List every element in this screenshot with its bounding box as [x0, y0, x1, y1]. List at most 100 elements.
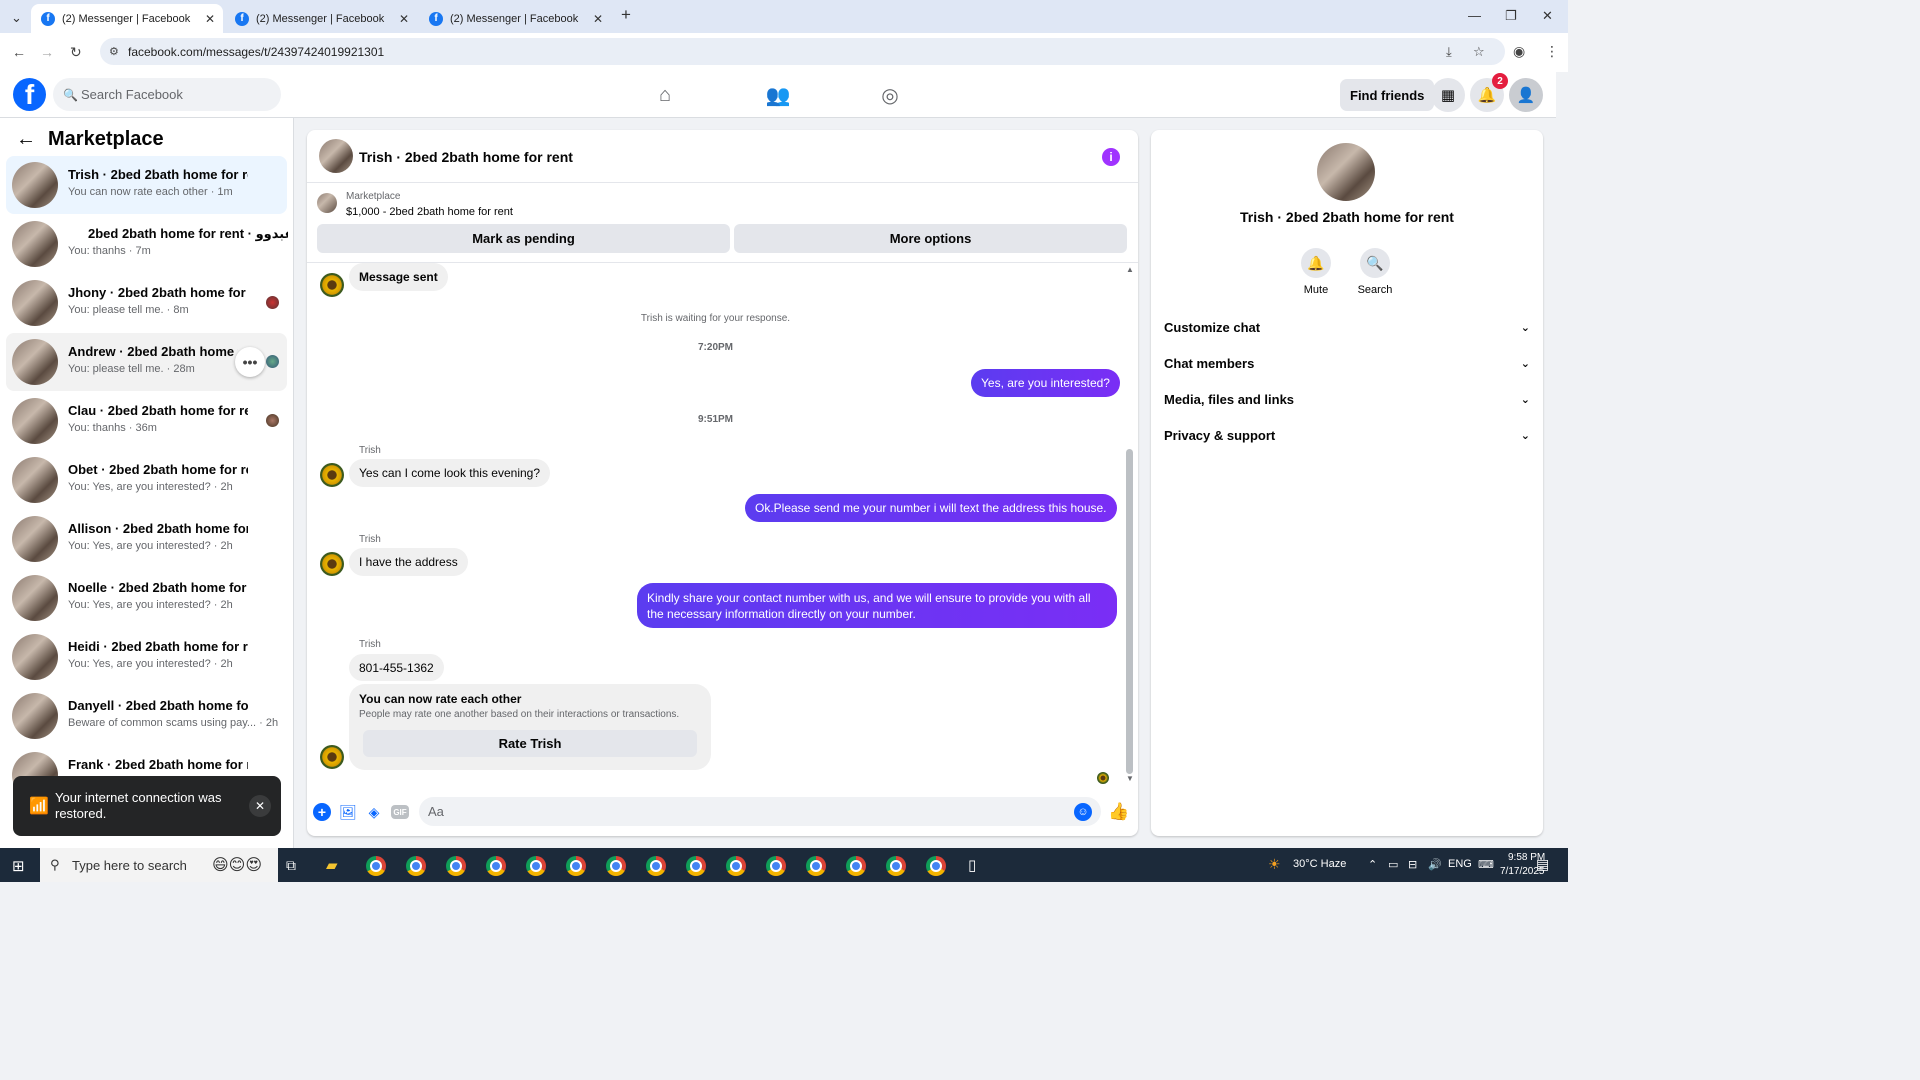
reload-icon[interactable]: ↻: [70, 44, 82, 61]
scrollbar-thumb[interactable]: [1126, 449, 1133, 774]
thumbs-up-icon[interactable]: 👍: [1108, 802, 1129, 821]
chrome-icon[interactable]: [406, 856, 426, 876]
media-files-links-section[interactable]: Media, files and links ⌄: [1164, 384, 1530, 414]
more-options-button[interactable]: More options: [734, 224, 1127, 253]
action-center-icon[interactable]: ▤: [1536, 856, 1549, 873]
message-input[interactable]: Aa ☺: [419, 797, 1101, 826]
scroll-down-icon[interactable]: ▼: [1126, 774, 1134, 783]
language-indicator[interactable]: ENG: [1448, 858, 1472, 870]
site-info-icon[interactable]: ⚙: [109, 45, 119, 58]
conversation-item[interactable]: Jhony · 2bed 2bath home for rent You: pl…: [6, 274, 287, 332]
page-scrollbar[interactable]: [1556, 72, 1568, 848]
search-in-chat-button[interactable]: 🔍 Search: [1345, 248, 1405, 296]
chrome-icon[interactable]: [766, 856, 786, 876]
chrome-icon[interactable]: [926, 856, 946, 876]
listing-title[interactable]: $1,000 - 2bed 2bath home for rent: [346, 206, 513, 218]
file-explorer-icon[interactable]: ▰: [326, 856, 338, 874]
browser-tab-2[interactable]: f (2) Messenger | Facebook ✕: [225, 4, 417, 33]
scroll-up-icon[interactable]: ▲: [1126, 265, 1134, 274]
conversation-item[interactable]: Andrew · 2bed 2bath home for rent You: p…: [6, 333, 287, 391]
account-avatar-icon[interactable]: 👤: [1509, 78, 1543, 112]
mute-button[interactable]: 🔔 Mute: [1286, 248, 1346, 296]
ime-icon[interactable]: ⌨: [1478, 858, 1494, 871]
close-tab-icon[interactable]: ✕: [205, 12, 215, 26]
meet-now-icon[interactable]: ▭: [1388, 858, 1398, 871]
weather-text[interactable]: 30°C Haze: [1293, 858, 1346, 870]
chrome-icon[interactable]: [606, 856, 626, 876]
close-tab-icon[interactable]: ✕: [593, 12, 603, 26]
conversation-item[interactable]: Trish · 2bed 2bath home for rent You can…: [6, 156, 287, 214]
photo-icon[interactable]: 🖼: [339, 803, 357, 821]
facebook-logo-icon[interactable]: f: [13, 78, 46, 111]
show-hidden-icons-icon[interactable]: ⌃: [1368, 858, 1377, 871]
back-arrow-icon[interactable]: ←: [16, 128, 36, 151]
info-icon[interactable]: i: [1102, 148, 1120, 166]
chrome-icon[interactable]: [726, 856, 746, 876]
bookmark-star-icon[interactable]: ☆: [1473, 44, 1485, 60]
sticker-icon[interactable]: ◈: [365, 803, 383, 821]
install-icon[interactable]: ⤓: [1446, 44, 1452, 60]
url-bar[interactable]: ⚙ facebook.com/messages/t/24397424019921…: [100, 38, 1505, 65]
close-window-icon[interactable]: ✕: [1542, 8, 1553, 24]
notepad-icon[interactable]: ▯: [968, 856, 976, 874]
chrome-icon[interactable]: [366, 856, 386, 876]
mark-as-pending-button[interactable]: Mark as pending: [317, 224, 730, 253]
conversation-item[interactable]: Heidi · 2bed 2bath home for rent You: Ye…: [6, 628, 287, 686]
chrome-icon[interactable]: [566, 856, 586, 876]
customize-chat-section[interactable]: Customize chat ⌄: [1164, 312, 1530, 342]
groups-icon[interactable]: ◎: [877, 82, 903, 108]
restore-icon[interactable]: ❐: [1505, 8, 1517, 24]
windows-start-icon[interactable]: ⊞: [12, 857, 25, 875]
volume-icon[interactable]: 🔊: [1428, 858, 1442, 871]
conversation-item[interactable]: Allison · 2bed 2bath home for rent You: …: [6, 510, 287, 568]
avatar[interactable]: [319, 139, 353, 173]
avatar[interactable]: [1317, 143, 1375, 201]
chat-members-section[interactable]: Chat members ⌄: [1164, 348, 1530, 378]
menu-grid-icon[interactable]: ▦: [1431, 78, 1465, 112]
network-icon[interactable]: ⊟: [1408, 858, 1417, 871]
search-icon: ⚲: [50, 857, 60, 872]
conversation-item[interactable]: Danyell · 2bed 2bath home for rent Bewar…: [6, 687, 287, 745]
close-toast-icon[interactable]: ✕: [249, 795, 271, 817]
task-view-icon[interactable]: ⧉: [286, 857, 296, 874]
conversation-item[interactable]: Obet · 2bed 2bath home for rent You: Yes…: [6, 451, 287, 509]
chevron-down-icon: ⌄: [1520, 357, 1530, 370]
find-friends-button[interactable]: Find friends: [1340, 79, 1435, 111]
conversation-item[interactable]: 2bed 2bath home for rent · عبدوو You: th…: [6, 215, 288, 273]
chrome-icon[interactable]: [646, 856, 666, 876]
chrome-icon[interactable]: [886, 856, 906, 876]
chrome-icon[interactable]: [846, 856, 866, 876]
profile-icon[interactable]: ◉: [1513, 43, 1525, 60]
back-icon[interactable]: ←: [12, 44, 26, 60]
chrome-icon[interactable]: [686, 856, 706, 876]
thread-scrollbar[interactable]: ▲ ▼: [1126, 265, 1134, 783]
message-placeholder: Aa: [428, 804, 444, 819]
browser-tab-3[interactable]: f (2) Messenger | Facebook ✕: [419, 4, 611, 33]
weather-icon: ☀: [1268, 856, 1281, 872]
avatar: [12, 398, 58, 444]
privacy-support-section[interactable]: Privacy & support ⌄: [1164, 420, 1530, 450]
add-plus-icon[interactable]: +: [313, 803, 331, 821]
chat-title[interactable]: Trish · 2bed 2bath home for rent: [359, 149, 573, 165]
conversation-item[interactable]: Clau · 2bed 2bath home for rent You: tha…: [6, 392, 287, 450]
browser-menu-icon[interactable]: ⋮: [1545, 43, 1559, 60]
close-tab-icon[interactable]: ✕: [399, 12, 409, 26]
chrome-icon[interactable]: [806, 856, 826, 876]
new-tab-icon[interactable]: +: [621, 5, 631, 25]
chrome-icon[interactable]: [486, 856, 506, 876]
conversation-item[interactable]: Noelle · 2bed 2bath home for rent You: Y…: [6, 569, 287, 627]
home-icon[interactable]: ⌂: [652, 82, 678, 108]
chrome-icon[interactable]: [526, 856, 546, 876]
minimize-icon[interactable]: —: [1468, 8, 1481, 23]
tab-search-icon[interactable]: ⌄: [11, 10, 22, 26]
facebook-search-input[interactable]: 🔍 Search Facebook: [53, 78, 281, 111]
friends-icon[interactable]: 👥: [765, 82, 791, 108]
rate-trish-button[interactable]: Rate Trish: [363, 730, 697, 757]
emoji-icon[interactable]: ☺: [1074, 802, 1092, 821]
chrome-icon[interactable]: [446, 856, 466, 876]
browser-tab-1[interactable]: f (2) Messenger | Facebook ✕: [31, 4, 223, 33]
forward-icon[interactable]: →: [40, 44, 54, 60]
gif-icon[interactable]: GIF: [391, 805, 409, 819]
more-options-icon[interactable]: •••: [235, 347, 265, 377]
taskbar-search-input[interactable]: ⚲ Type here to search 😄😊😍: [40, 848, 278, 882]
